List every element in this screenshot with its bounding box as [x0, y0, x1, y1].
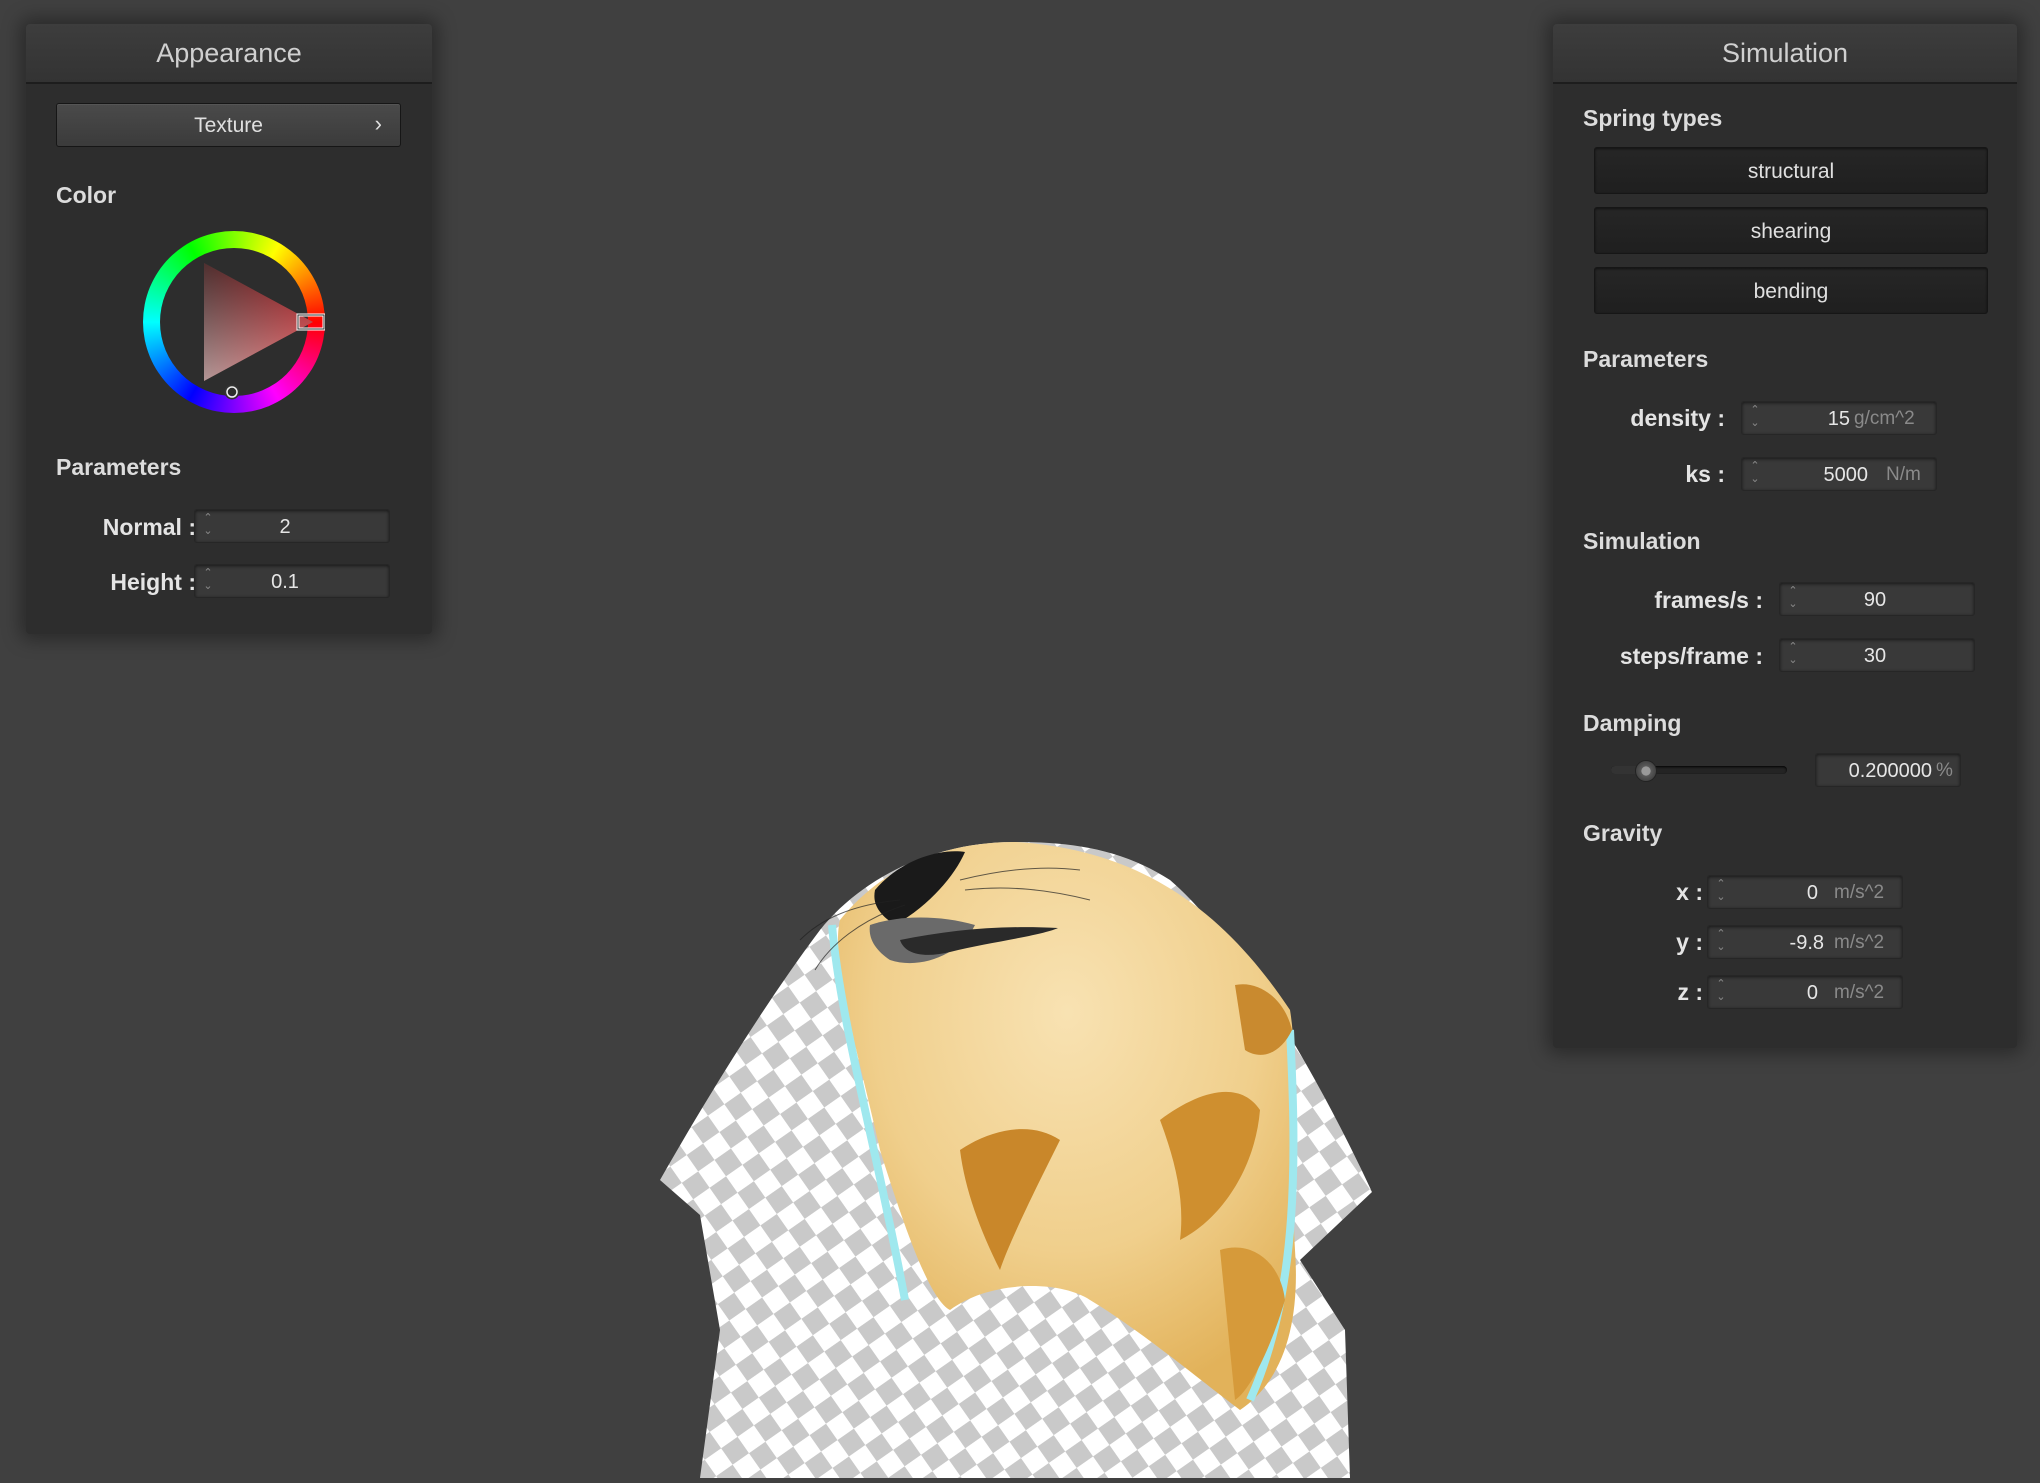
- gravity-z-label: z :: [1677, 979, 1703, 1005]
- spinner-icon[interactable]: ⌃ ⌄: [201, 567, 215, 595]
- spinner-icon[interactable]: ⌃ ⌄: [1786, 585, 1800, 613]
- gravity-y-value: -9.8: [1789, 932, 1824, 954]
- gravity-z-value: 0: [1806, 982, 1818, 1004]
- density-unit: g/cm^2: [1854, 408, 1915, 429]
- gravity-y-unit: m/s^2: [1834, 932, 1885, 953]
- density-value: 15: [1827, 408, 1850, 430]
- gravity-label: Gravity: [1583, 820, 1663, 846]
- damping-input[interactable]: 0.200000 %: [1815, 753, 1961, 787]
- ks-label: ks :: [1685, 461, 1725, 487]
- simulation-panel: Simulation Spring types structural shear…: [1553, 24, 2017, 1048]
- spinner-icon[interactable]: ⌃ ⌄: [201, 512, 215, 540]
- gravity-y-label: y :: [1676, 929, 1703, 955]
- chevron-right-icon: ›: [374, 111, 382, 136]
- ks-input[interactable]: ⌃ ⌄ 5000 N/m: [1741, 457, 1937, 491]
- spring-types-label: Spring types: [1583, 105, 1723, 131]
- sim-parameters-label: Parameters: [1583, 346, 1709, 372]
- density-label: density :: [1630, 405, 1725, 431]
- color-label: Color: [56, 182, 117, 208]
- color-wheel[interactable]: [143, 231, 325, 413]
- height-label: Height :: [110, 569, 196, 595]
- gravity-z-unit: m/s^2: [1834, 982, 1885, 1003]
- fps-input[interactable]: ⌃ ⌄ 90: [1779, 582, 1975, 616]
- fps-value: 90: [1863, 589, 1887, 611]
- damping-slider-handle[interactable]: [1635, 760, 1657, 782]
- spinner-icon[interactable]: ⌃ ⌄: [1748, 460, 1762, 488]
- color-triangle[interactable]: [143, 231, 325, 413]
- steps-input[interactable]: ⌃ ⌄ 30: [1779, 638, 1975, 672]
- spinner-icon[interactable]: ⌃ ⌄: [1748, 404, 1762, 432]
- gravity-x-input[interactable]: ⌃ ⌄ 0 m/s^2: [1707, 875, 1903, 909]
- spinner-icon[interactable]: ⌃ ⌄: [1714, 928, 1728, 956]
- sim-simulation-label: Simulation: [1583, 528, 1701, 554]
- gravity-y-input[interactable]: ⌃ ⌄ -9.8 m/s^2: [1707, 925, 1903, 959]
- gravity-x-unit: m/s^2: [1834, 882, 1885, 903]
- gravity-z-input[interactable]: ⌃ ⌄ 0 m/s^2: [1707, 975, 1903, 1009]
- damping-value: 0.200000: [1848, 760, 1932, 782]
- texture-button[interactable]: Texture ›: [56, 103, 401, 147]
- normal-value: 2: [279, 516, 291, 538]
- gravity-x-label: x :: [1676, 879, 1703, 905]
- appearance-panel: Appearance Texture › Color Parameters No…: [26, 24, 432, 634]
- damping-unit: %: [1936, 760, 1953, 781]
- height-input[interactable]: ⌃ ⌄ 0.1: [194, 564, 390, 598]
- gravity-x-value: 0: [1806, 882, 1818, 904]
- spinner-icon[interactable]: ⌃ ⌄: [1714, 878, 1728, 906]
- density-input[interactable]: ⌃ ⌄ 15 g/cm^2: [1741, 401, 1937, 435]
- normal-label: Normal :: [102, 514, 196, 540]
- fps-label: frames/s :: [1654, 587, 1763, 613]
- structural-button[interactable]: structural: [1594, 147, 1988, 194]
- bending-button[interactable]: bending: [1594, 267, 1988, 314]
- shearing-button[interactable]: shearing: [1594, 207, 1988, 254]
- ks-value: 5000: [1823, 464, 1869, 486]
- appearance-parameters-label: Parameters: [56, 454, 182, 480]
- steps-label: steps/frame :: [1619, 643, 1763, 669]
- appearance-panel-title[interactable]: Appearance: [26, 24, 432, 84]
- height-value: 0.1: [271, 571, 299, 593]
- texture-button-label: Texture: [194, 114, 263, 137]
- steps-value: 30: [1863, 645, 1887, 667]
- triangle-selector-handle: [224, 384, 240, 400]
- normal-input[interactable]: ⌃ ⌄ 2: [194, 509, 390, 543]
- simulation-panel-title[interactable]: Simulation: [1553, 24, 2017, 84]
- damping-label: Damping: [1583, 710, 1682, 736]
- ks-unit: N/m: [1886, 464, 1921, 485]
- spinner-icon[interactable]: ⌃ ⌄: [1714, 978, 1728, 1006]
- damping-slider[interactable]: [1611, 760, 1787, 782]
- spinner-icon[interactable]: ⌃ ⌄: [1786, 641, 1800, 669]
